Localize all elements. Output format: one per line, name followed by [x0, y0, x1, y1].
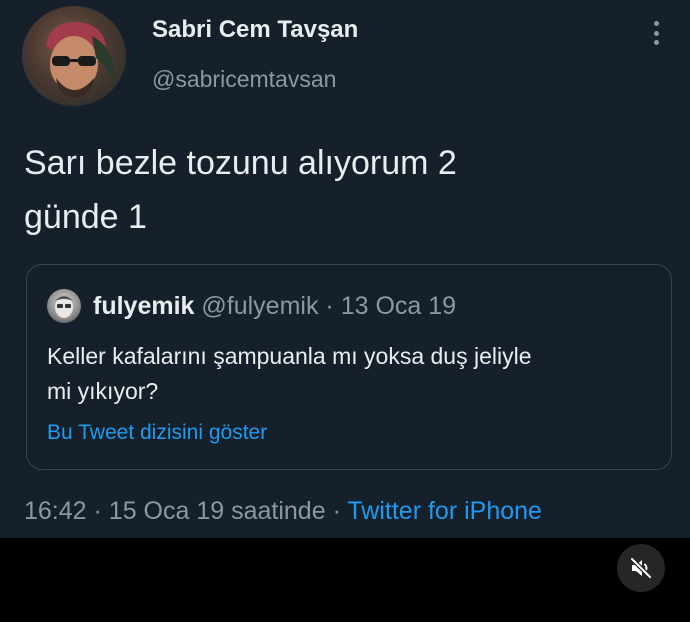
tweet-text-line: Sarı bezle tozunu alıyorum 2: [24, 144, 457, 182]
separator-dot: ·: [325, 292, 334, 320]
quoted-tweet-header: fulyemik @fulyemik · 13 Oca 19: [93, 292, 456, 321]
quoted-author-name[interactable]: fulyemik: [93, 292, 194, 320]
show-thread-link[interactable]: Bu Tweet dizisini göster: [47, 421, 267, 445]
tweet-text: Sarı bezle tozunu alıyorum 2 günde 1: [24, 136, 644, 244]
tweet-card: Sabri Cem Tavşan @sabricemtavsan Sarı be…: [0, 0, 690, 538]
separator-dot: ·: [332, 497, 341, 525]
quoted-author-avatar[interactable]: [47, 289, 81, 323]
quoted-tweet-text: Keller kafalarını şampuanla mı yoksa duş…: [47, 339, 667, 409]
quoted-author-handle[interactable]: @fulyemik: [201, 292, 318, 320]
tweet-time[interactable]: 16:42: [24, 497, 87, 525]
author-avatar[interactable]: [22, 6, 126, 106]
mute-toggle-button[interactable]: [617, 544, 665, 592]
author-display-name[interactable]: Sabri Cem Tavşan: [152, 16, 358, 44]
quoted-text-line: mi yıkıyor?: [47, 378, 159, 404]
quoted-tweet-date[interactable]: 13 Oca 19: [341, 292, 456, 320]
tweet-date[interactable]: 15 Oca 19 saatinde: [109, 497, 326, 525]
tweet-text-line: günde 1: [24, 198, 147, 236]
speaker-muted-icon: [629, 556, 653, 580]
quoted-tweet[interactable]: fulyemik @fulyemik · 13 Oca 19 Keller ka…: [26, 264, 672, 470]
more-vertical-icon[interactable]: [646, 18, 666, 48]
separator-dot: ·: [93, 497, 102, 525]
author-handle[interactable]: @sabricemtavsan: [152, 66, 336, 93]
quoted-text-line: Keller kafalarını şampuanla mı yoksa duş…: [47, 343, 532, 369]
tweet-source-link[interactable]: Twitter for iPhone: [347, 497, 542, 525]
tweet-meta: 16:42 · 15 Oca 19 saatinde · Twitter for…: [24, 497, 542, 526]
